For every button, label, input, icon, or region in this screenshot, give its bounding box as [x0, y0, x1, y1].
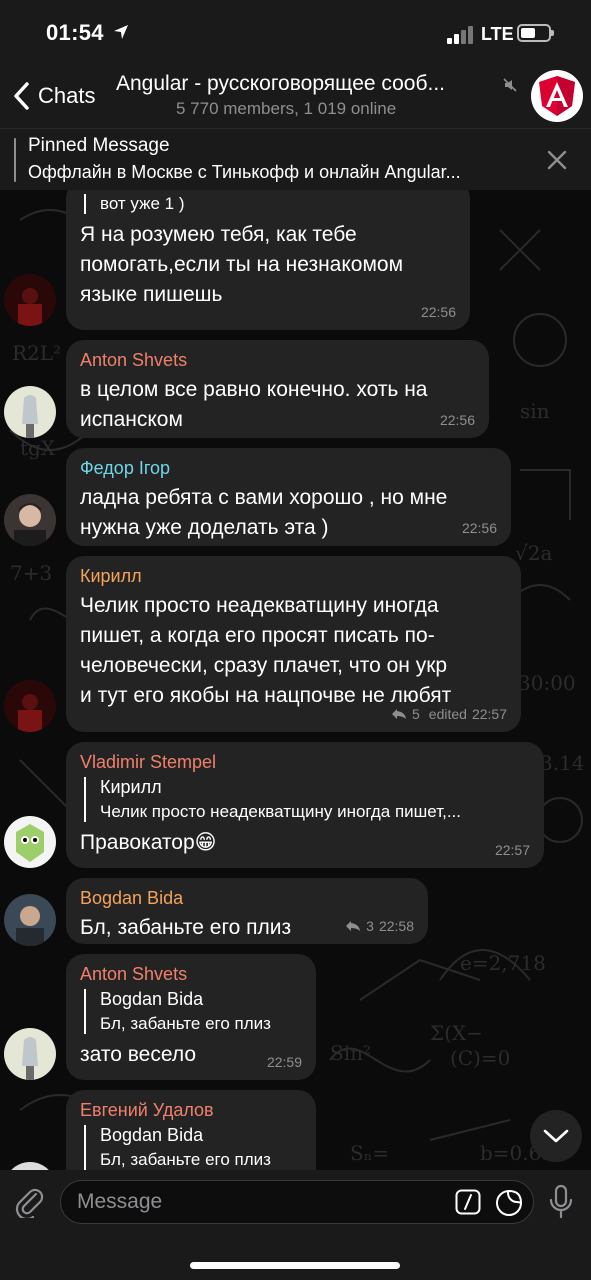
message-line: Челик просто неадекватщину иногда	[80, 594, 439, 617]
mic-icon[interactable]	[548, 1184, 574, 1220]
home-indicator	[190, 1262, 400, 1269]
message-time: 22:57	[494, 842, 530, 858]
battery-icon	[517, 24, 554, 42]
message-bubble[interactable]: Евгений Удалов Bogdan Bida Бл, забаньте …	[66, 1090, 316, 1170]
pinned-title: Pinned Message	[28, 135, 170, 156]
message-time: 22:56	[439, 412, 475, 428]
scroll-down-button[interactable]	[530, 1110, 582, 1162]
sender-name[interactable]: Федор Ігор	[80, 458, 497, 479]
sticker-icon[interactable]	[495, 1189, 523, 1217]
message-text: Правокатор😁	[80, 831, 217, 854]
message-text: в целом все равно конечно. хоть на испан…	[80, 375, 475, 435]
attach-icon[interactable]	[14, 1184, 44, 1218]
sender-name[interactable]: Anton Shvets	[80, 350, 475, 371]
message-bubble[interactable]: Федор Ігор ладна ребята с вами хорошо , …	[66, 448, 511, 546]
message-bubble[interactable]: вот уже 1 ) Я на розумею тебя, как тебе …	[66, 190, 470, 330]
message-input-bar	[0, 1170, 591, 1280]
reply-preview[interactable]: Bogdan Bida Бл, забаньте его плиз	[84, 989, 302, 1034]
message-line: человечески, сразу плачет, что он укр	[80, 654, 448, 677]
sender-name[interactable]: Vladimir Stempel	[80, 752, 530, 773]
avatar[interactable]	[4, 274, 56, 326]
reply-text: Бл, забаньте его плиз	[100, 1150, 271, 1169]
message-bubble[interactable]: Anton Shvets в целом все равно конечно. …	[66, 340, 489, 438]
message-input[interactable]	[77, 1187, 447, 1217]
message-time: 22:57	[471, 706, 507, 722]
reply-preview[interactable]: вот уже 1 )	[84, 194, 456, 214]
reply-count[interactable]: 3	[366, 918, 374, 934]
message-line: Я на розумею тебя, как тебе	[80, 223, 357, 246]
network-type: LTE	[481, 24, 514, 44]
reply-arrow-icon	[392, 709, 406, 719]
message-meta: 22:56	[421, 304, 456, 320]
message-line: языке пишешь	[80, 283, 223, 306]
reply-text: Челик просто неадекватщину иногда пишет,…	[100, 802, 461, 821]
message-line: в целом все равно конечно. хоть на	[80, 378, 428, 401]
message-bubble[interactable]: Bogdan Bida Бл, забаньте его плиз 3 22:5…	[66, 878, 428, 944]
command-icon[interactable]	[455, 1189, 481, 1215]
message-meta: 22:59	[267, 1054, 302, 1070]
avatar[interactable]	[4, 494, 56, 546]
reply-count[interactable]: 5	[412, 706, 420, 722]
message-text: ладна ребята с вами хорошо , но мне нужн…	[80, 483, 497, 543]
message-text: Челик просто неадекватщину иногда пишет,…	[80, 591, 507, 711]
pinned-text: Оффлайн в Москве с Тинькофф и онлайн Ang…	[28, 162, 461, 182]
mute-icon	[503, 78, 517, 97]
avatar[interactable]	[4, 894, 56, 946]
message-meta: 22:57	[495, 842, 530, 858]
avatar[interactable]	[4, 386, 56, 438]
reply-name: Bogdan Bida	[100, 1125, 204, 1145]
pinned-message[interactable]: Pinned Message Оффлайн в Москве с Тинько…	[0, 128, 591, 190]
angular-logo[interactable]	[531, 70, 583, 122]
avatar[interactable]	[4, 816, 56, 868]
message-meta: 22:56	[440, 412, 475, 428]
edited-label: edited	[428, 706, 467, 722]
message-field[interactable]	[60, 1180, 534, 1224]
message-line: нужна уже доделать эта )	[80, 516, 329, 539]
message-line: помогать,если ты на незнакомом	[80, 253, 404, 276]
chevron-down-icon	[543, 1129, 569, 1143]
reply-text: Бл, забаньте его плиз	[100, 1014, 271, 1033]
status-bar: 01:54 LTE	[0, 0, 591, 66]
message-bubble[interactable]: Vladimir Stempel Кирилл Челик просто неа…	[66, 742, 544, 868]
reply-arrow-icon	[346, 921, 361, 931]
chat-screen: R2L² sin tgX √2a 7+3 30:00 3.14 e=2,718 …	[0, 0, 591, 1280]
close-icon[interactable]	[546, 149, 568, 171]
sender-name[interactable]: Bogdan Bida	[80, 888, 414, 909]
message-text: Я на розумею тебя, как тебе помогать,есл…	[80, 220, 456, 310]
back-button[interactable]: Chats	[10, 78, 95, 114]
message-line: пишет, а когда его просят писать по-	[80, 624, 435, 647]
reply-text: вот уже 1 )	[100, 194, 185, 213]
sender-name[interactable]: Евгений Удалов	[80, 1100, 302, 1121]
pinned-indicator	[14, 138, 16, 182]
reply-name: Bogdan Bida	[100, 989, 204, 1009]
chat-title[interactable]: Angular - русскоговорящее сооб...	[116, 72, 508, 96]
chat-subtitle: 5 770 members, 1 019 online	[176, 99, 397, 118]
reply-preview[interactable]: Bogdan Bida Бл, забаньте его плиз	[84, 1125, 302, 1170]
back-label: Chats	[38, 83, 96, 108]
sender-name[interactable]: Кирилл	[80, 566, 507, 587]
message-list[interactable]: вот уже 1 ) Я на розумею тебя, как тебе …	[0, 190, 591, 1170]
message-bubble[interactable]: Кирилл Челик просто неадекватщину иногда…	[66, 556, 521, 732]
message-meta: 5 edited 22:57	[391, 706, 507, 722]
location-arrow-icon	[113, 24, 129, 45]
message-time: 22:56	[461, 520, 497, 536]
message-time: 22:56	[420, 304, 456, 320]
reply-name: Кирилл	[100, 777, 162, 797]
message-time: 22:59	[266, 1054, 302, 1070]
avatar[interactable]	[4, 1162, 56, 1170]
back-chevron-icon	[14, 82, 29, 110]
message-line: ладна ребята с вами хорошо , но мне	[80, 486, 448, 509]
avatar[interactable]	[4, 1028, 56, 1080]
message-line: испанском	[80, 408, 183, 431]
sender-name[interactable]: Anton Shvets	[80, 964, 302, 985]
message-bubble[interactable]: Anton Shvets Bogdan Bida Бл, забаньте ег…	[66, 954, 316, 1080]
message-time: 22:58	[378, 918, 414, 934]
signal-icon	[447, 26, 473, 49]
message-meta: 22:56	[462, 520, 497, 536]
status-time: 01:54	[46, 20, 104, 45]
reply-preview[interactable]: Кирилл Челик просто неадекватщину иногда…	[84, 777, 530, 822]
chat-header: Chats Angular - русскоговорящее сооб... …	[0, 66, 591, 128]
avatar[interactable]	[4, 680, 56, 732]
message-meta: 3 22:58	[345, 918, 414, 934]
